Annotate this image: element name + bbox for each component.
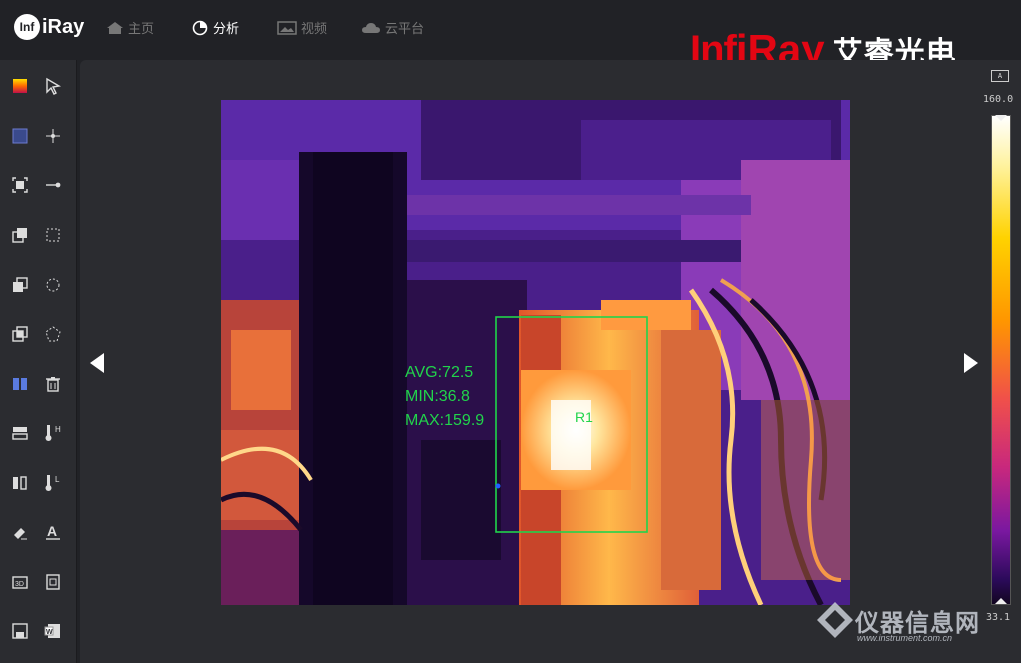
min-readout: MIN:36.8	[405, 388, 470, 405]
spot-measure-icon[interactable]	[40, 123, 66, 149]
thermometer-high-icon[interactable]: H	[40, 420, 66, 446]
nav-video[interactable]: 视频	[277, 18, 327, 37]
cloud-icon	[362, 22, 380, 33]
roi-handle[interactable]	[495, 483, 501, 489]
app-logo: Inf iRay	[14, 12, 84, 42]
logo-text: iRay	[42, 15, 85, 38]
temperature-color-scale[interactable]	[991, 115, 1011, 605]
next-image-button[interactable]	[962, 351, 980, 375]
nav-cloud[interactable]: 云平台	[361, 18, 424, 37]
watermark-logo-icon	[817, 602, 853, 638]
eraser-icon[interactable]	[7, 519, 33, 545]
prev-image-button[interactable]	[88, 351, 106, 375]
nav-cloud-label: 云平台	[385, 22, 425, 37]
screenshot-icon[interactable]	[40, 569, 66, 595]
avg-readout: AVG:72.5	[405, 364, 473, 381]
image-frame-icon[interactable]	[7, 172, 33, 198]
layer-front-icon[interactable]	[7, 222, 33, 248]
svg-text:3D: 3D	[15, 581, 24, 588]
delete-icon[interactable]	[40, 371, 66, 397]
polygon-measure-icon[interactable]	[40, 321, 66, 347]
svg-text:H: H	[55, 425, 61, 434]
nav-home[interactable]: 主页	[106, 18, 154, 37]
svg-text:L: L	[55, 475, 60, 484]
scale-mode-badge[interactable]: A	[991, 70, 1009, 82]
palette-icon[interactable]	[7, 73, 33, 99]
split-vertical-icon[interactable]	[7, 470, 33, 496]
top-bar: Inf iRay 主页 分析 视频 云平台 Inf iRay 艾睿光电	[0, 0, 1021, 73]
circle-measure-icon[interactable]	[40, 272, 66, 298]
nav-analysis[interactable]: 分析	[191, 18, 239, 37]
svg-text:A: A	[47, 523, 57, 539]
split-horizontal-icon[interactable]	[7, 420, 33, 446]
rect-measure-icon[interactable]	[40, 222, 66, 248]
nav-video-label: 视频	[301, 22, 328, 37]
compare-split-icon[interactable]	[7, 371, 33, 397]
layer-back-icon[interactable]	[7, 272, 33, 298]
tool-sidebar: H L A 3D W	[0, 60, 77, 663]
image-icon	[277, 20, 297, 35]
pie-chart-icon	[192, 20, 208, 35]
color-swatch-icon[interactable]	[7, 123, 33, 149]
svg-text:W: W	[46, 629, 53, 636]
watermark-url: www.instrument.com.cn	[857, 633, 953, 643]
scale-max-value: 160.0	[983, 94, 1014, 105]
text-annotate-icon[interactable]: A	[40, 519, 66, 545]
layer-copy-icon[interactable]	[7, 321, 33, 347]
scale-min-value: 33.1	[986, 612, 1011, 623]
3d-box-icon[interactable]: 3D	[7, 569, 33, 595]
scale-min-handle[interactable]	[995, 598, 1007, 604]
scale-max-handle[interactable]	[995, 115, 1007, 121]
nav-analysis-label: 分析	[213, 22, 240, 37]
save-icon[interactable]	[7, 618, 33, 644]
max-readout: MAX:159.9	[405, 412, 484, 429]
logo-mark: Inf	[14, 14, 40, 40]
line-measure-icon[interactable]	[40, 172, 66, 198]
thermal-image[interactable]: R1 AVG:72.5 MIN:36.8 MAX:159.9	[221, 100, 850, 605]
word-export-icon[interactable]: W	[40, 618, 66, 644]
pointer-icon[interactable]	[40, 73, 66, 99]
thermometer-low-icon[interactable]: L	[40, 470, 66, 496]
roi-label: R1	[575, 409, 593, 425]
watermark: 仪器信息网 www.instrument.com.cn	[815, 600, 980, 643]
nav-home-label: 主页	[128, 22, 155, 37]
home-icon	[107, 21, 123, 34]
